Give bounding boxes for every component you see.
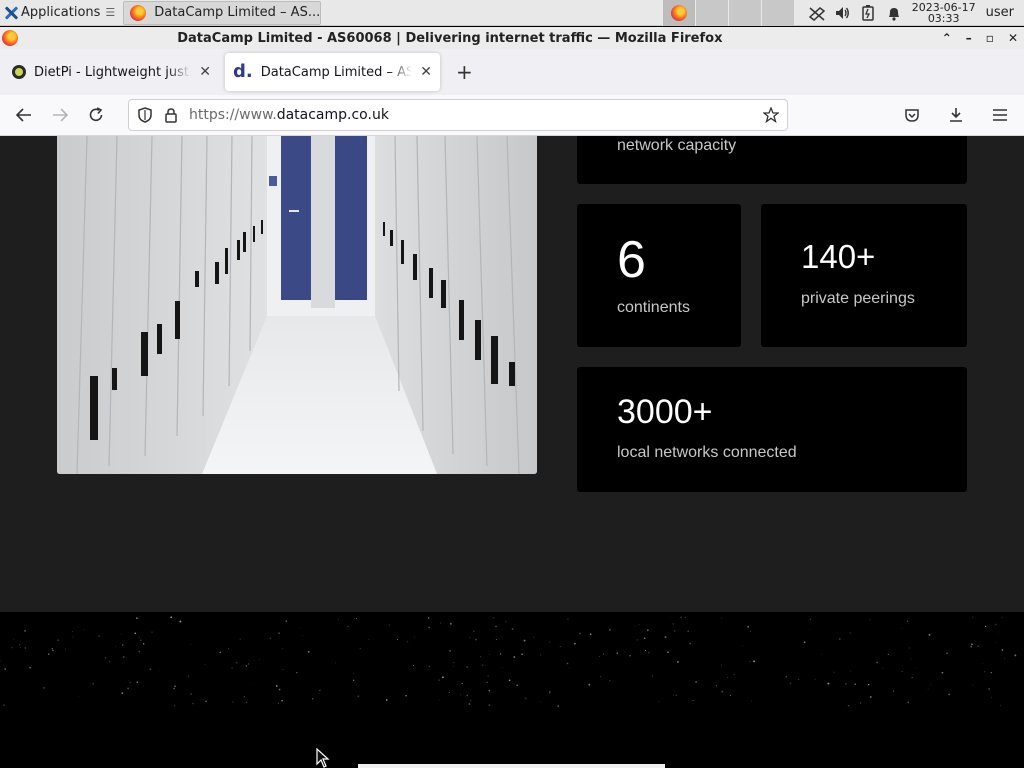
- workspace-4[interactable]: [760, 0, 794, 26]
- starfield-section: [0, 612, 1024, 768]
- firefox-icon: [670, 4, 687, 21]
- stat-card-local-networks: 3000+ local networks connected: [577, 367, 967, 492]
- url-host: datacamp.co.uk: [276, 107, 389, 123]
- system-tray: 2023-06-17 03:33 user: [794, 0, 1024, 26]
- window-titlebar: DataCamp Limited - AS60068 | Delivering …: [0, 27, 1024, 49]
- workspace-1[interactable]: [661, 0, 695, 26]
- address-bar[interactable]: https://www.datacamp.co.uk: [128, 99, 788, 131]
- arrow-left-icon: [16, 108, 31, 122]
- window-title: DataCamp Limited - AS60068 | Delivering …: [177, 30, 723, 46]
- network-icon[interactable]: [808, 5, 825, 21]
- url-scheme: https://www.: [189, 107, 277, 123]
- window-maximize-button[interactable]: ▫: [986, 31, 994, 45]
- forward-button[interactable]: [42, 99, 78, 131]
- downloads-button[interactable]: [938, 99, 974, 131]
- lock-icon[interactable]: [163, 107, 179, 123]
- stat-label: continents: [617, 299, 690, 316]
- tab-label: DataCamp Limited – AS60068: [260, 64, 413, 80]
- reload-icon: [89, 107, 103, 122]
- applications-menu-button[interactable]: Applications ☰: [0, 0, 119, 26]
- stat-label: network capacity: [617, 137, 737, 154]
- hamburger-menu-icon: [993, 109, 1007, 121]
- star-icon[interactable]: [762, 106, 780, 124]
- workspace-3[interactable]: [727, 0, 761, 26]
- tab-close-icon[interactable]: ✕: [420, 64, 432, 80]
- window-minimize-button[interactable]: –: [966, 31, 972, 45]
- datacamp-favicon-icon: d.: [233, 61, 253, 82]
- back-button[interactable]: [6, 99, 42, 131]
- applications-label: Applications: [21, 5, 101, 20]
- stat-card-network-capacity: network capacity: [577, 136, 967, 184]
- notification-bell-icon[interactable]: [886, 5, 902, 21]
- tab-dietpi[interactable]: DietPi - Lightweight justifiably ✕: [4, 53, 219, 91]
- pocket-icon: [905, 109, 919, 122]
- tab-close-icon[interactable]: ✕: [199, 64, 211, 80]
- clock-time: 03:33: [927, 11, 960, 25]
- window-shade-button[interactable]: ⌃: [942, 31, 952, 45]
- stat-value: 3000+: [617, 393, 713, 431]
- stat-label: local networks connected: [617, 444, 797, 461]
- firefox-icon: [130, 4, 147, 21]
- new-tab-button[interactable]: +: [446, 60, 483, 84]
- stat-card-continents: 6 continents: [577, 204, 741, 347]
- volume-icon[interactable]: [834, 5, 850, 21]
- reload-button[interactable]: [78, 99, 114, 131]
- battery-icon[interactable]: [860, 4, 876, 21]
- taskbar-window-button-firefox[interactable]: DataCamp Limited – AS...: [123, 0, 322, 25]
- dietpi-favicon-icon: [12, 65, 26, 79]
- pocket-button[interactable]: [894, 99, 930, 131]
- applications-menu-glyph: ☰: [105, 6, 116, 19]
- arrow-right-icon: [53, 108, 68, 122]
- xfce-logo-icon: [4, 6, 18, 20]
- mouse-cursor-icon: [316, 748, 330, 768]
- tab-strip: DietPi - Lightweight justifiably ✕ d. Da…: [0, 49, 1024, 95]
- navigation-toolbar: https://www.datacamp.co.uk: [0, 95, 1024, 136]
- user-menu[interactable]: user: [986, 5, 1016, 20]
- workspace-switcher: [661, 0, 794, 26]
- download-icon: [950, 108, 962, 122]
- app-menu-button[interactable]: [982, 99, 1018, 131]
- workspace-2[interactable]: [694, 0, 728, 26]
- window-close-button[interactable]: ✕: [1008, 31, 1018, 45]
- clock-date: 2023-06-17: [911, 0, 976, 14]
- page-content: network capacity 6 continents 140+ priva…: [0, 136, 1024, 768]
- url-text[interactable]: https://www.datacamp.co.uk: [189, 107, 753, 123]
- stat-value: 6: [617, 231, 646, 289]
- tab-label: DietPi - Lightweight justifiably: [34, 64, 192, 80]
- datacenter-corridor-image: [57, 136, 537, 474]
- stat-card-private-peerings: 140+ private peerings: [761, 204, 967, 347]
- tab-datacamp[interactable]: d. DataCamp Limited – AS60068 ✕: [225, 53, 440, 91]
- bottom-edge-bar: [358, 764, 665, 768]
- stat-label: private peerings: [801, 290, 915, 307]
- tracking-shield-icon[interactable]: [137, 107, 153, 123]
- clock[interactable]: 2023-06-17 03:33: [912, 2, 976, 24]
- system-taskbar: Applications ☰ DataCamp Limited – AS... …: [0, 0, 1024, 26]
- firefox-icon: [2, 30, 18, 46]
- stat-value: 140+: [801, 238, 876, 275]
- taskbar-window-label: DataCamp Limited – AS...: [154, 5, 321, 20]
